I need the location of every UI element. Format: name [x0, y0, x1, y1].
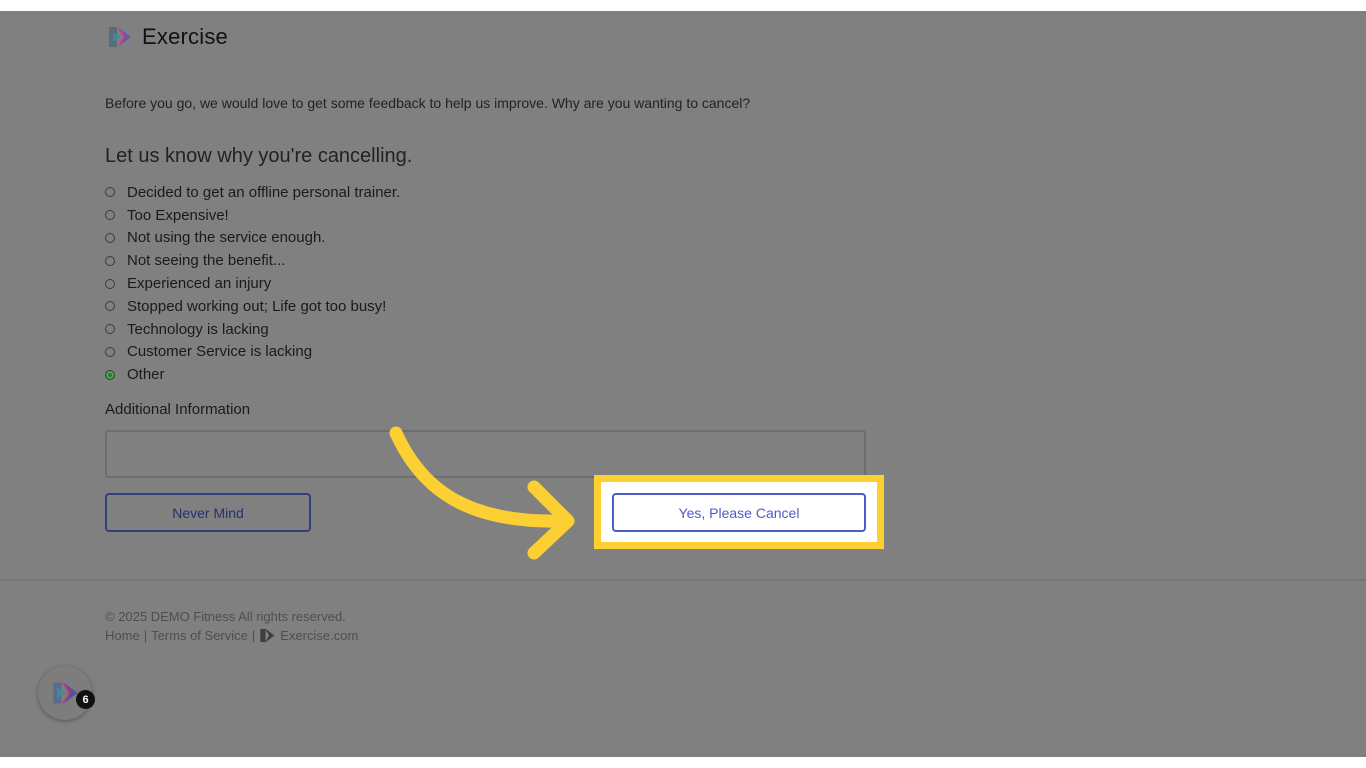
intro-text: Before you go, we would love to get some… — [105, 95, 751, 111]
reason-label: Experienced an injury — [127, 275, 272, 293]
reason-label: Other — [127, 366, 165, 384]
additional-info-label: Additional Information — [105, 401, 251, 418]
header-logo[interactable]: Exercise — [107, 24, 228, 50]
copyright-text: © 2025 DEMO Fitness All rights reserved. — [105, 609, 346, 624]
radio-button[interactable] — [105, 232, 115, 243]
reason-label: Customer Service is lacking — [127, 343, 313, 361]
form-heading: Let us know why you're cancelling. — [105, 145, 413, 167]
reason-label: Technology is lacking — [127, 320, 269, 338]
footer-separator: | — [251, 628, 256, 643]
reason-option[interactable]: Customer Service is lacking — [105, 341, 400, 364]
exercise-logo-icon — [109, 26, 131, 48]
page-overlay: Exercise Before you go, we would love to… — [0, 11, 1366, 757]
reason-label: Not seeing the benefit... — [127, 252, 286, 270]
radio-button[interactable] — [105, 278, 115, 289]
footer-link-exercise[interactable]: Exercise.com — [280, 628, 358, 643]
exercise-logo-icon — [260, 628, 275, 643]
reason-option[interactable]: Decided to get an offline personal train… — [105, 181, 400, 204]
radio-button[interactable] — [105, 301, 115, 312]
reason-option[interactable]: Too Expensive! — [105, 204, 400, 227]
radio-button[interactable] — [105, 187, 115, 198]
reason-option[interactable]: Not seeing the benefit... — [105, 249, 400, 272]
footer-divider — [0, 579, 1366, 581]
brand-name: Exercise — [142, 24, 228, 49]
reason-label: Stopped working out; Life got too busy! — [127, 297, 387, 315]
reason-label: Too Expensive! — [127, 206, 229, 224]
footer-link-terms[interactable]: Terms of Service — [151, 628, 248, 643]
reason-list: Decided to get an offline personal train… — [105, 181, 400, 386]
footer-link-home[interactable]: Home — [105, 628, 140, 643]
confirm-cancel-button[interactable]: Yes, Please Cancel — [612, 493, 866, 532]
never-mind-button[interactable]: Never Mind — [105, 493, 311, 532]
footer-links: Home | Terms of Service | Exercise.com — [105, 627, 358, 644]
radio-button[interactable] — [105, 210, 115, 221]
radio-button-selected[interactable] — [105, 369, 115, 380]
reason-option[interactable]: Technology is lacking — [105, 318, 400, 341]
reason-option[interactable]: Experienced an injury — [105, 272, 400, 295]
reason-option[interactable]: Other — [105, 363, 400, 386]
reason-label: Decided to get an offline personal train… — [127, 183, 401, 201]
reason-option[interactable]: Not using the service enough. — [105, 227, 400, 250]
pointer-arrow-icon — [389, 426, 575, 560]
footer-separator: | — [143, 628, 148, 643]
radio-button[interactable] — [105, 346, 115, 357]
exercise-logo-icon — [53, 680, 78, 706]
reason-option[interactable]: Stopped working out; Life got too busy! — [105, 295, 400, 318]
radio-button[interactable] — [105, 255, 115, 266]
radio-button[interactable] — [105, 324, 115, 335]
notification-badge: 6 — [76, 690, 95, 709]
reason-label: Not using the service enough. — [127, 229, 326, 247]
